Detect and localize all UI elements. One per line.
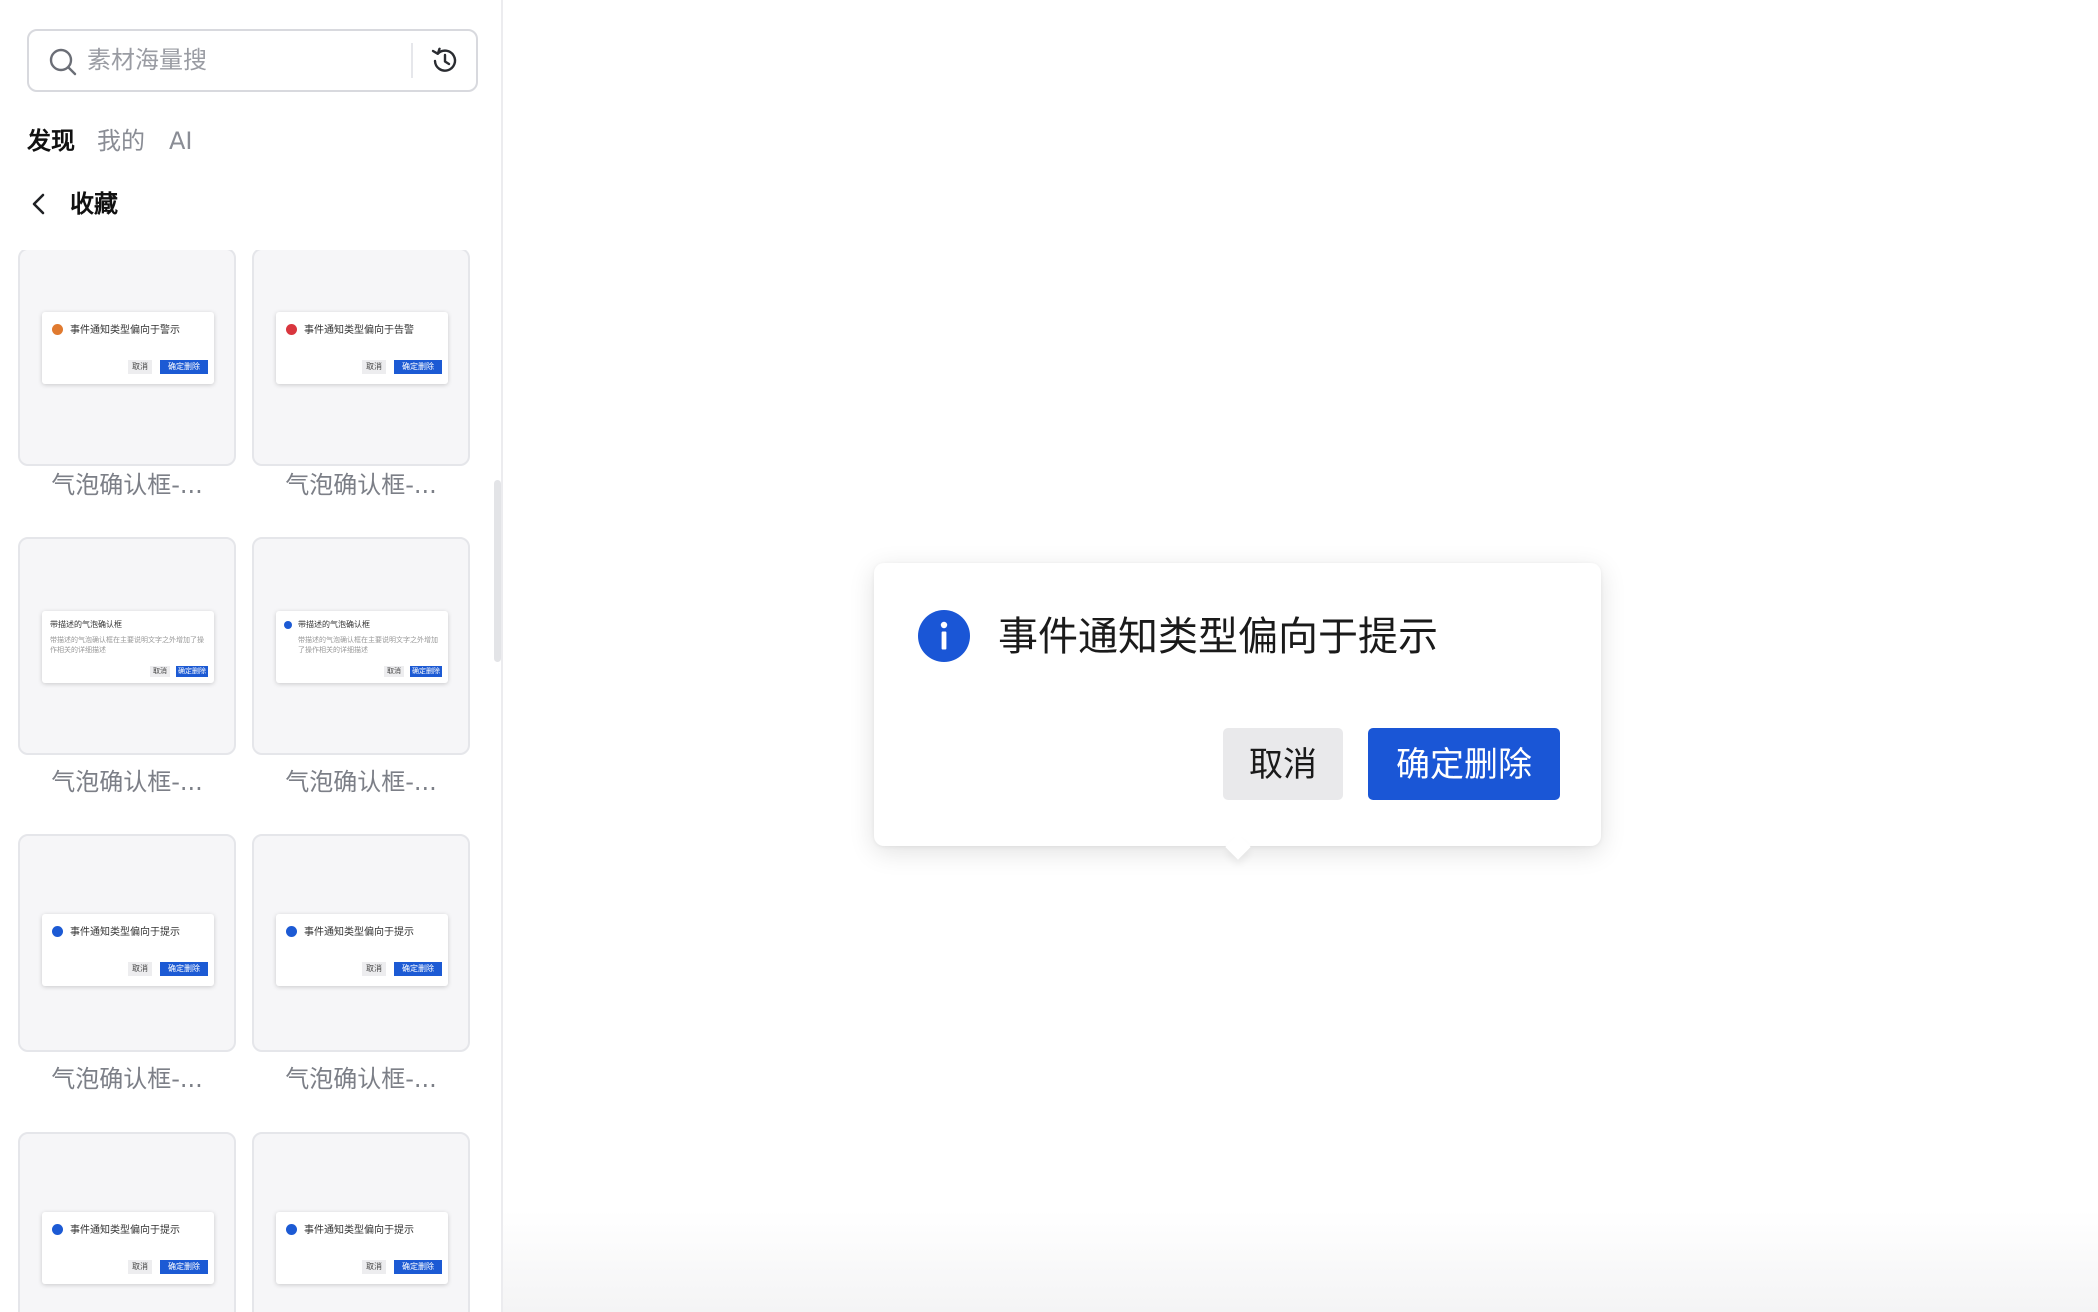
confirm-delete-button[interactable]: 确定删除 — [1368, 728, 1560, 800]
preview-cancel: 取消 — [128, 1260, 152, 1274]
info-icon — [918, 610, 970, 662]
favorite-card[interactable]: 带描述的气泡确认框 带描述的气泡确认框在主要说明文字之外增加了操作相关的详细描述… — [18, 537, 236, 755]
info-icon — [52, 926, 63, 937]
popconfirm: 事件通知类型偏向于提示 取消 确定删除 — [874, 563, 1601, 860]
favorite-card[interactable]: 事件通知类型偏向于提示 取消 确定删除 — [18, 1132, 236, 1312]
card-preview: 带描述的气泡确认框 带描述的气泡确认框在主要说明文字之外增加了操作相关的详细描述… — [42, 611, 214, 683]
search-icon — [49, 48, 77, 76]
preview-title: 事件通知类型偏向于提示 — [304, 1225, 414, 1236]
search-divider — [411, 43, 413, 78]
preview-title: 事件通知类型偏向于提示 — [70, 927, 180, 938]
material-sidebar: 素材海量搜 发现 我的 AI 收藏 事件通知类型偏向于警示 取消 确定删除 气泡… — [0, 0, 503, 1312]
search-input[interactable]: 素材海量搜 — [87, 31, 207, 90]
preview-ok: 确定删除 — [394, 1260, 442, 1274]
warning-icon — [52, 324, 63, 335]
info-icon — [286, 1224, 297, 1235]
info-icon — [286, 926, 297, 937]
preview-cancel: 取消 — [362, 360, 386, 374]
preview-title: 事件通知类型偏向于提示 — [304, 927, 414, 938]
preview-title: 带描述的气泡确认框 — [50, 620, 122, 629]
card-preview: 事件通知类型偏向于提示 取消 确定删除 — [42, 914, 214, 986]
card-preview: 事件通知类型偏向于提示 取消 确定删除 — [276, 1212, 448, 1284]
preview-ok: 确定删除 — [410, 666, 442, 677]
preview-ok: 确定删除 — [160, 360, 208, 374]
info-icon — [284, 621, 292, 629]
preview-ok: 确定删除 — [394, 360, 442, 374]
error-icon — [286, 324, 297, 335]
preview-ok: 确定删除 — [160, 1260, 208, 1274]
card-preview: 事件通知类型偏向于警示 取消 确定删除 — [42, 312, 214, 384]
chevron-left-icon[interactable] — [27, 190, 53, 218]
preview-cancel: 取消 — [384, 666, 404, 677]
tab-ai[interactable]: AI — [169, 124, 193, 158]
preview-ok: 确定删除 — [160, 962, 208, 976]
popover-arrow — [1225, 834, 1251, 860]
card-preview: 事件通知类型偏向于告警 取消 确定删除 — [276, 312, 448, 384]
preview-cancel: 取消 — [150, 666, 170, 677]
favorite-card-label[interactable]: 气泡确认框-... — [252, 1062, 470, 1096]
info-icon — [52, 1224, 63, 1235]
favorite-card[interactable]: 事件通知类型偏向于警示 取消 确定删除 — [18, 250, 236, 466]
canvas: 事件通知类型偏向于提示 取消 确定删除 — [503, 0, 2098, 1312]
cancel-button[interactable]: 取消 — [1223, 728, 1343, 800]
favorite-card-label[interactable]: 气泡确认框-... — [252, 468, 470, 502]
favorite-card[interactable]: 事件通知类型偏向于提示 取消 确定删除 — [18, 834, 236, 1052]
history-icon[interactable] — [429, 45, 461, 77]
preview-title: 带描述的气泡确认框 — [298, 620, 370, 629]
preview-title: 事件通知类型偏向于提示 — [70, 1225, 180, 1236]
favorite-card[interactable]: 事件通知类型偏向于提示 取消 确定删除 — [252, 834, 470, 1052]
section-title: 收藏 — [70, 190, 118, 218]
preview-cancel: 取消 — [128, 962, 152, 976]
preview-ok: 确定删除 — [176, 666, 208, 677]
scrollbar[interactable] — [494, 480, 501, 662]
favorite-card[interactable]: 带描述的气泡确认框 带描述的气泡确认框在主要说明文字之外增加了操作相关的详细描述… — [252, 537, 470, 755]
card-preview: 带描述的气泡确认框 带描述的气泡确认框在主要说明文字之外增加了操作相关的详细描述… — [276, 611, 448, 683]
favorite-card-label[interactable]: 气泡确认框-... — [18, 1062, 236, 1096]
popover-title: 事件通知类型偏向于提示 — [998, 614, 1438, 660]
favorite-card-label[interactable]: 气泡确认框-... — [252, 765, 470, 799]
search-box[interactable]: 素材海量搜 — [27, 29, 478, 92]
favorite-card-label[interactable]: 气泡确认框-... — [18, 468, 236, 502]
tab-mine[interactable]: 我的 — [97, 124, 145, 158]
favorite-card[interactable]: 事件通知类型偏向于提示 取消 确定删除 — [252, 1132, 470, 1312]
preview-desc: 带描述的气泡确认框在主要说明文字之外增加了操作相关的详细描述 — [50, 636, 204, 654]
tab-discover[interactable]: 发现 — [27, 124, 75, 158]
preview-cancel: 取消 — [362, 962, 386, 976]
favorite-card-label[interactable]: 气泡确认框-... — [18, 765, 236, 799]
card-preview: 事件通知类型偏向于提示 取消 确定删除 — [276, 914, 448, 986]
preview-cancel: 取消 — [362, 1260, 386, 1274]
favorites-grid: 事件通知类型偏向于警示 取消 确定删除 气泡确认框-... 事件通知类型偏向于告… — [0, 250, 500, 1312]
preview-title: 事件通知类型偏向于告警 — [304, 325, 414, 336]
preview-cancel: 取消 — [128, 360, 152, 374]
preview-desc: 带描述的气泡确认框在主要说明文字之外增加了操作相关的详细描述 — [298, 636, 438, 654]
card-preview: 事件通知类型偏向于提示 取消 确定删除 — [42, 1212, 214, 1284]
preview-ok: 确定删除 — [394, 962, 442, 976]
favorite-card[interactable]: 事件通知类型偏向于告警 取消 确定删除 — [252, 250, 470, 466]
preview-title: 事件通知类型偏向于警示 — [70, 325, 180, 336]
